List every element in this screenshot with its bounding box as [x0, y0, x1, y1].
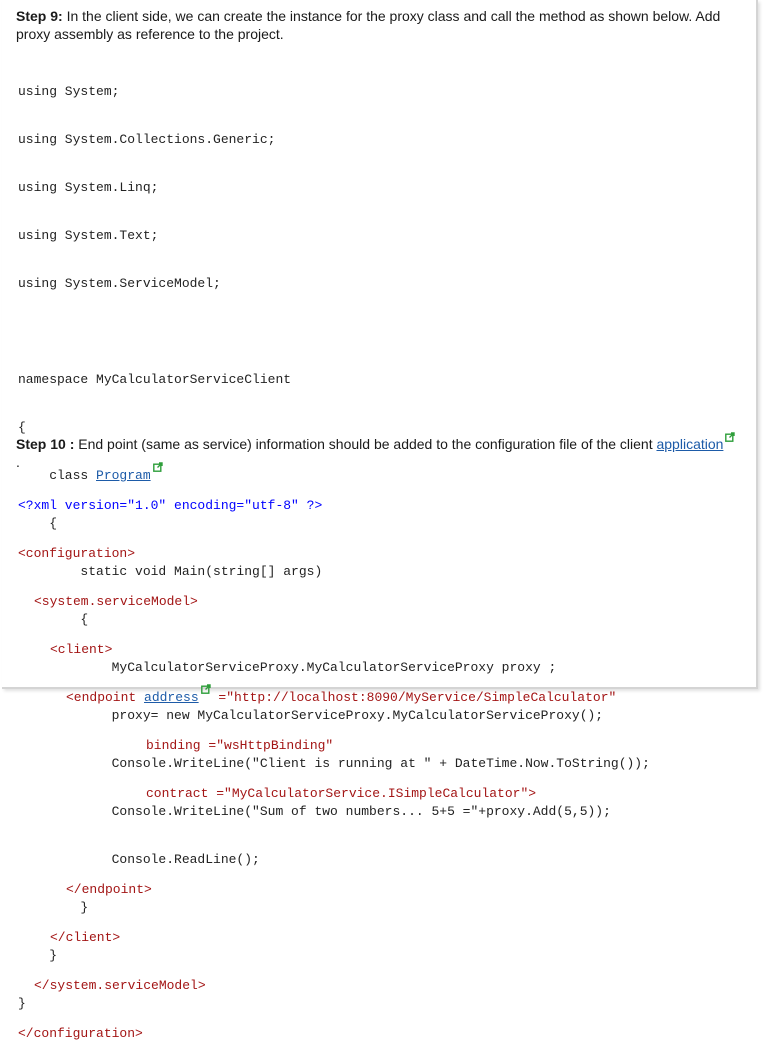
code-line: using System.Text;: [18, 228, 159, 243]
step9-paragraph: Step 9: In the client side, we can creat…: [16, 7, 736, 43]
external-link-icon[interactable]: [725, 432, 736, 442]
address-value: ="http://localhost:8090/MyService/Simple…: [210, 690, 617, 705]
step9-text: In the client side, we can create the in…: [16, 8, 721, 42]
step10-label: Step 10 :: [16, 436, 75, 452]
step10-paragraph: Step 10 : End point (same as service) in…: [16, 432, 736, 471]
xml-declaration: <?xml version="1.0" encoding="utf-8" ?>: [18, 498, 323, 513]
xml-line: contract ="MyCalculatorService.ISimpleCa…: [146, 786, 537, 801]
xml-line: </client>: [50, 930, 121, 945]
step10-text: End point (same as service) information …: [74, 436, 657, 452]
endpoint-tag: <endpoint: [66, 690, 145, 705]
xml-line: binding ="wsHttpBinding": [146, 738, 334, 753]
xml-line: </system.serviceModel>: [34, 978, 206, 993]
code-line: using System.Collections.Generic;: [18, 132, 276, 147]
xml-line: </configuration>: [18, 1026, 143, 1041]
code-line: using System;: [18, 84, 120, 99]
address-link[interactable]: address: [144, 690, 199, 705]
code-line: using System.Linq;: [18, 180, 159, 195]
xml-blank-line: [18, 833, 616, 851]
code-line: namespace MyCalculatorServiceClient: [18, 372, 292, 387]
xml-line: </endpoint>: [66, 882, 152, 897]
xml-endpoint-line: <endpoint address ="http://localhost:809…: [18, 684, 617, 707]
xml-line: <system.serviceModel>: [34, 594, 198, 609]
code-line: using System.ServiceModel;: [18, 276, 221, 291]
step9-label: Step 9:: [16, 8, 63, 24]
application-link[interactable]: application: [656, 436, 723, 452]
xml-line: <configuration>: [18, 546, 136, 561]
xml-line: <client>: [50, 642, 113, 657]
xml-config-block: <?xml version="1.0" encoding="utf-8" ?> …: [18, 467, 616, 1058]
